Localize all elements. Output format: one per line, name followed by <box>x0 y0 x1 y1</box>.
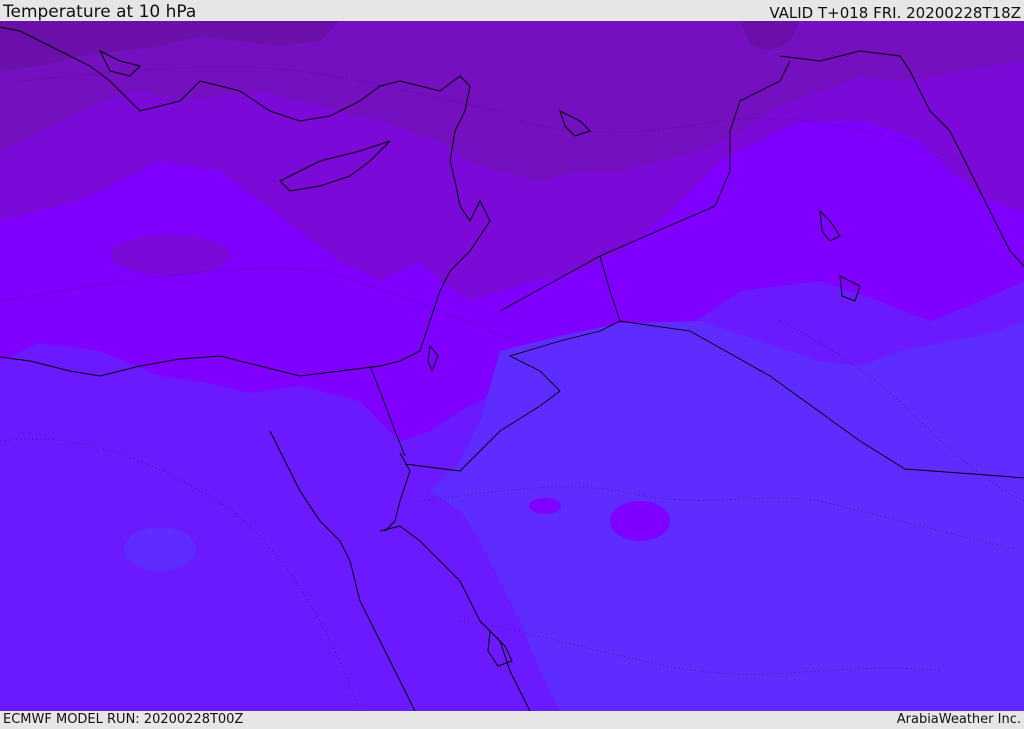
field-blob <box>610 501 670 541</box>
field-blob <box>704 587 756 615</box>
field-blob <box>110 235 230 275</box>
model-run: ECMWF MODEL RUN: 20200228T00Z <box>3 712 244 727</box>
temperature-map <box>0 21 1024 711</box>
field-blob <box>529 498 561 514</box>
footer-bar: ECMWF MODEL RUN: 20200228T00Z ArabiaWeat… <box>0 711 1024 729</box>
field-blob <box>194 562 266 590</box>
credit-label: ArabiaWeather Inc. <box>896 712 1021 727</box>
field-blob <box>604 377 648 421</box>
field-blob <box>124 527 196 571</box>
valid-time: VALID T+018 FRI. 20200228T18Z <box>769 4 1021 22</box>
header-bar: Temperature at 10 hPa VALID T+018 FRI. 2… <box>0 0 1024 21</box>
field-blob <box>590 595 690 627</box>
map-title: Temperature at 10 hPa <box>3 2 197 22</box>
field-blob <box>870 555 1024 607</box>
